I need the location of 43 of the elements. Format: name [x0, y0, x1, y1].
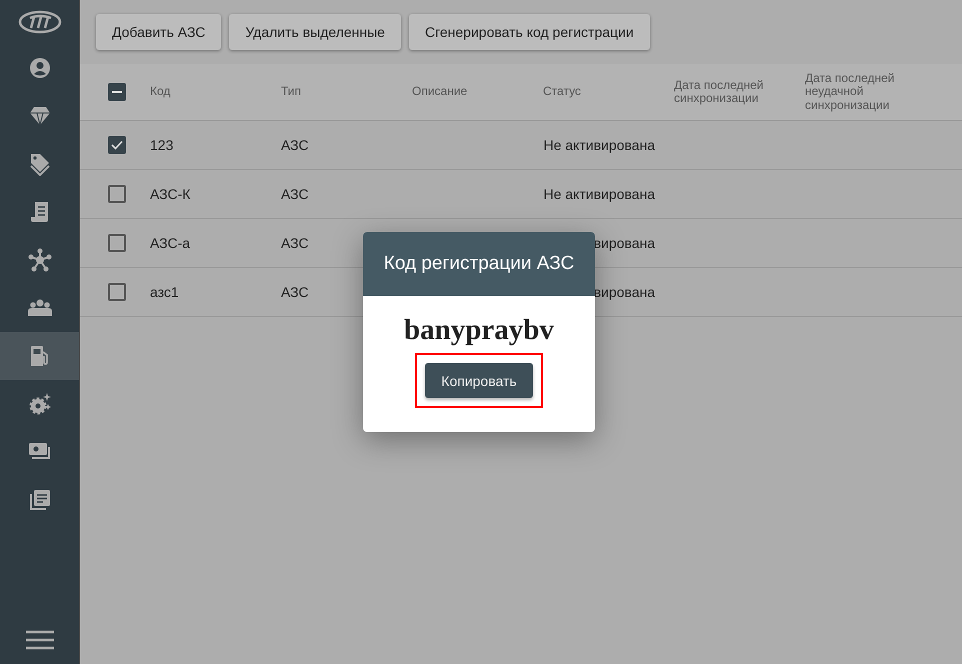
- table-cell: Не активирована: [543, 137, 655, 153]
- sidebar-item[interactable]: [0, 332, 79, 380]
- table-cell: азс1: [150, 284, 179, 300]
- documents-icon: [28, 489, 50, 511]
- copy-button[interactable]: Копировать: [425, 363, 533, 398]
- column-header: Статус: [543, 84, 581, 98]
- table-cell: АЗС: [281, 284, 309, 300]
- logo-icon: [18, 10, 62, 34]
- diamond-icon: [28, 106, 50, 126]
- row-checkbox[interactable]: [108, 283, 126, 301]
- money-icon: [28, 442, 52, 462]
- column-header: Тип: [281, 84, 302, 98]
- select-all-checkbox[interactable]: [108, 83, 126, 101]
- check-icon: [111, 140, 123, 150]
- group-icon: [28, 299, 52, 317]
- network-icon: [28, 248, 52, 272]
- toolbar-button[interactable]: Удалить выделенные: [229, 14, 401, 50]
- fuel-pump-icon: [30, 345, 50, 367]
- column-header: Описание: [412, 84, 468, 98]
- menu-icon[interactable]: [26, 630, 54, 650]
- tags-icon: [28, 152, 50, 176]
- toolbar-button[interactable]: Сгенерировать код регистрации: [408, 14, 650, 50]
- table-cell: АЗС-а: [150, 235, 190, 251]
- toolbar-button[interactable]: Добавить АЗС: [96, 14, 222, 50]
- table-cell-text: вирована: [592, 284, 655, 300]
- row-checkbox[interactable]: [108, 234, 126, 252]
- table-cell: АЗС: [281, 186, 309, 202]
- table-cell: АЗС: [281, 137, 309, 153]
- table-cell: Не активирована: [543, 186, 655, 202]
- column-header: Дата последней неудачной синхронизации: [805, 71, 894, 112]
- row-checkbox[interactable]: [108, 136, 126, 154]
- gears-icon: [28, 392, 52, 416]
- registration-code: banypraybv: [404, 314, 554, 347]
- receipt-icon: [30, 201, 50, 223]
- dialog-title: Код регистрации АЗС: [384, 253, 574, 275]
- column-header: Дата последней синхронизации: [674, 78, 764, 105]
- column-header: Код: [150, 84, 170, 98]
- table-cell-text: вирована: [592, 235, 655, 251]
- table-cell: АЗС-К: [150, 186, 190, 202]
- user-icon: [28, 57, 50, 79]
- table-cell: АЗС: [281, 235, 309, 251]
- table-cell: 123: [150, 137, 174, 153]
- row-checkbox[interactable]: [108, 185, 126, 203]
